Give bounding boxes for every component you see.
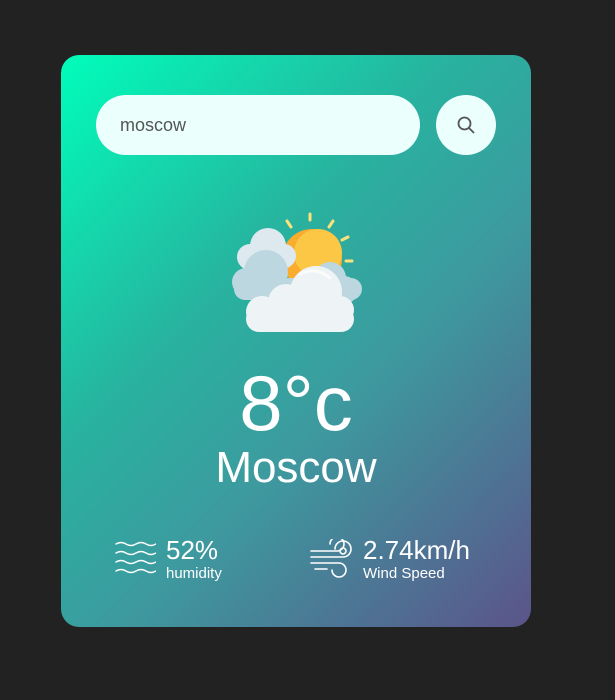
temperature: 8°c — [239, 359, 353, 447]
wind-detail: 2.74km/h Wind Speed — [309, 535, 470, 582]
city-name: Moscow — [215, 443, 377, 492]
search-input[interactable] — [96, 95, 420, 155]
humidity-detail: 52% humidity — [114, 535, 222, 582]
wind-label: Wind Speed — [363, 565, 445, 582]
weather-card: 8°c Moscow 52% humidity — [61, 55, 531, 627]
sun-behind-clouds-icon — [232, 212, 362, 332]
humidity-label: humidity — [166, 565, 222, 582]
wind-value: 2.74km/h — [363, 535, 470, 565]
search-icon — [457, 116, 475, 134]
humidity-value: 52% — [166, 535, 219, 565]
wind-icon — [310, 538, 352, 578]
humidity-waves-icon — [115, 541, 156, 573]
search-button[interactable] — [436, 95, 496, 155]
